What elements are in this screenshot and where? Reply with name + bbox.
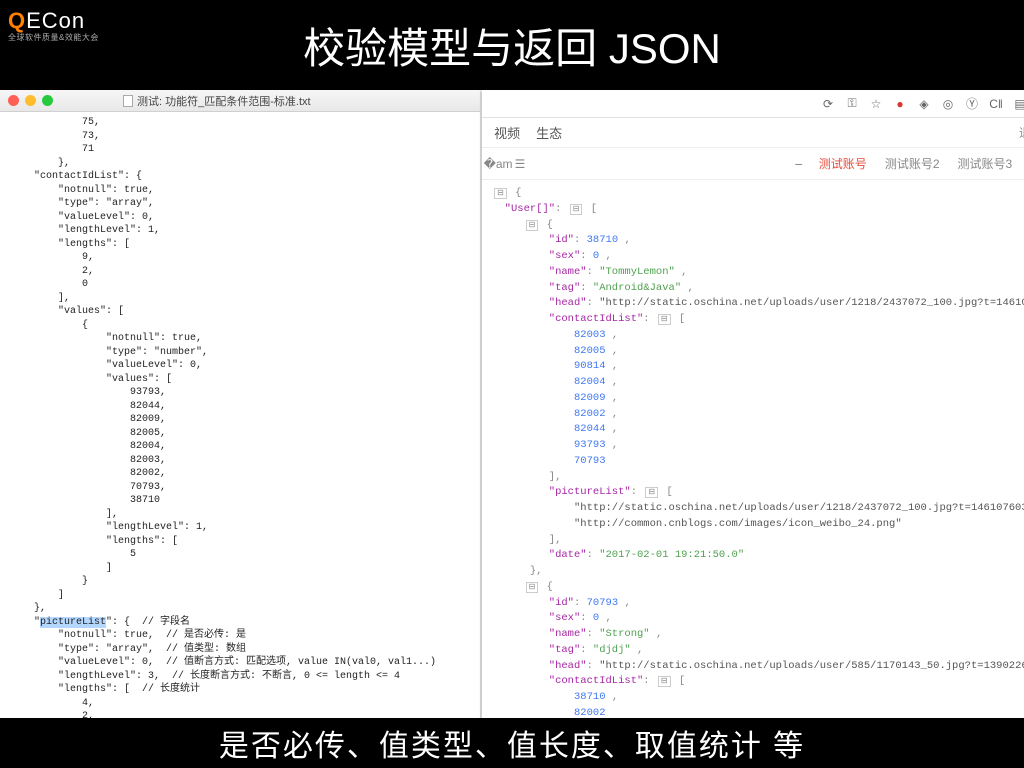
clock-icon[interactable]: C‖ <box>989 97 1003 111</box>
file-name-label: 测试: 功能符_匹配条件范围-标准.txt <box>137 93 311 109</box>
browser-window: ⟳ ⚿ ☆ ● ◈ ◎ Ⓨ C‖ ▤ 👤 更新 视频 生态 退出 管理员 �am… <box>482 90 1024 718</box>
editor-content[interactable]: 75, 73, 71 }, "contactIdList": { "notnul… <box>0 112 480 718</box>
slide-header: QECon 全球软件质量&效能大会 校验模型与返回 JSON <box>0 0 1024 90</box>
star-icon[interactable]: ☆ <box>869 97 883 111</box>
file-title: 测试: 功能符_匹配条件范围-标准.txt <box>123 93 311 109</box>
tabs-row: �am ☰ − 测试账号 测试账号2 测试账号3 + ⇩ ⚘ ⋯ <box>482 148 1024 180</box>
browser-toolbar: ⟳ ⚿ ☆ ● ◈ ◎ Ⓨ C‖ ▤ 👤 更新 <box>482 90 1024 118</box>
back-icon[interactable]: ⟳ <box>821 97 835 111</box>
minimize-icon[interactable] <box>25 95 36 106</box>
file-icon <box>123 95 133 107</box>
list-icon[interactable]: �am <box>490 156 506 172</box>
ext-icon[interactable]: Ⓨ <box>965 97 979 111</box>
key-icon[interactable]: ⚿ <box>845 97 859 111</box>
json-viewer[interactable]: ⊟ { "User[]": ⊟ [ ⊟ { "id": 38710 , "sex… <box>482 180 1024 718</box>
slide-footer: 是否必传、值类型、值长度、取值统计 等 <box>0 718 1024 768</box>
ext-red-icon[interactable]: ● <box>893 97 907 111</box>
text-editor-window: 测试: 功能符_匹配条件范围-标准.txt 75, 73, 71 }, "con… <box>0 90 480 718</box>
menu-icon[interactable]: ▤ <box>1013 97 1024 111</box>
nav-logout[interactable]: 退出 <box>1019 124 1024 141</box>
tree-icon[interactable]: ☰ <box>512 156 528 172</box>
traffic-lights <box>8 95 53 106</box>
nav-eco[interactable]: 生态 <box>536 123 562 142</box>
logo-subtitle: 全球软件质量&效能大会 <box>8 32 99 43</box>
maximize-icon[interactable] <box>42 95 53 106</box>
logo-suffix: ECon <box>26 8 85 33</box>
shield-icon[interactable]: ◈ <box>917 97 931 111</box>
ring-icon[interactable]: ◎ <box>941 97 955 111</box>
nav-row: 视频 生态 退出 管理员 <box>482 118 1024 148</box>
nav-video[interactable]: 视频 <box>494 123 520 142</box>
brand-logo: QECon 全球软件质量&效能大会 <box>8 8 99 43</box>
tab-3[interactable]: 测试账号3 <box>952 151 1019 176</box>
content-area: 测试: 功能符_匹配条件范围-标准.txt 75, 73, 71 }, "con… <box>0 90 1024 718</box>
window-titlebar: 测试: 功能符_匹配条件范围-标准.txt <box>0 90 480 112</box>
tab-2[interactable]: 测试账号2 <box>879 151 946 176</box>
close-icon[interactable] <box>8 95 19 106</box>
tab-minus[interactable]: − <box>795 156 803 172</box>
logo-q: Q <box>8 8 26 33</box>
slide-title: 校验模型与返回 JSON <box>303 15 721 76</box>
tab-active[interactable]: 测试账号 <box>813 151 873 176</box>
footer-text: 是否必传、值类型、值长度、取值统计 等 <box>219 721 805 765</box>
